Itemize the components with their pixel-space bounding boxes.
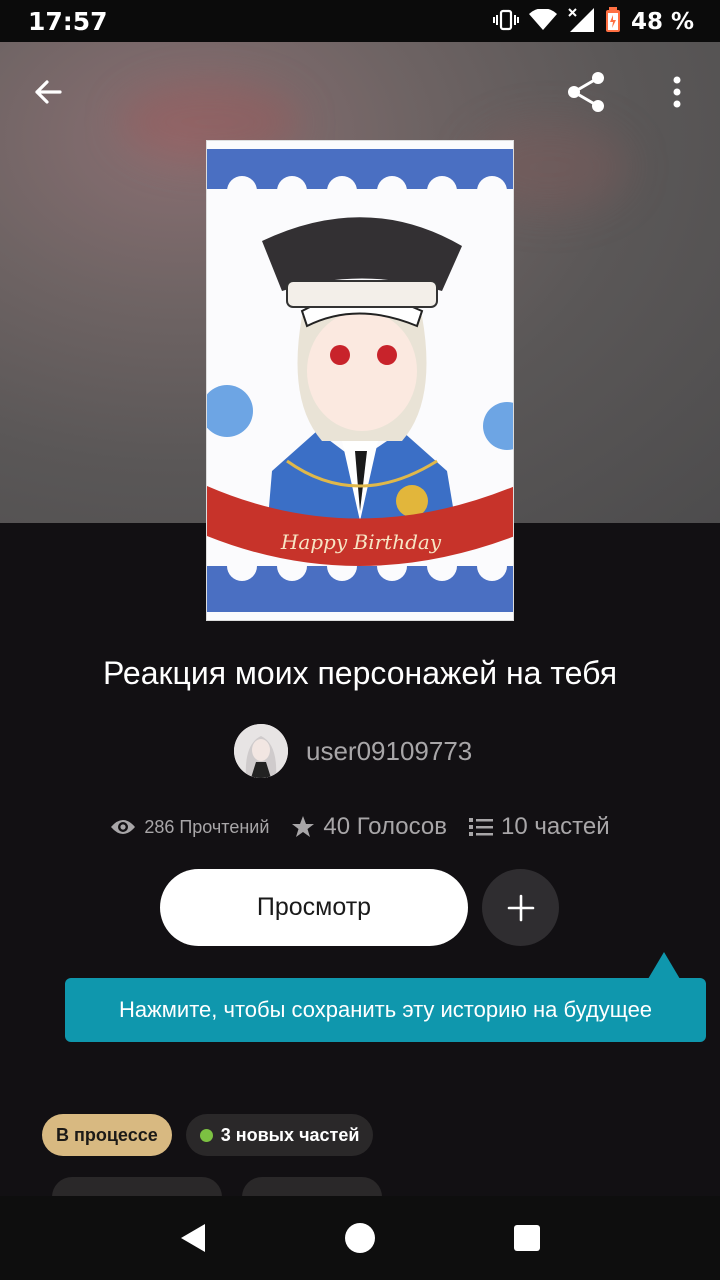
eye-icon [111,820,136,834]
votes-count: 40 Голосов [323,813,447,840]
story-stats: 286 Прочтений 40 Голосов 10 частей [0,808,720,846]
tooltip-arrow [648,952,680,979]
share-button[interactable] [560,66,612,118]
parts-count: 10 частей [500,813,610,840]
system-nav-bar [0,1196,720,1280]
nav-back-icon [181,1224,206,1252]
back-button[interactable] [22,66,74,118]
reads-stat: 286 Прочтений [110,817,269,838]
status-bar: 17:57 48 % [0,0,720,42]
new-parts-label: 3 новых частей [220,1124,360,1145]
story-tags: В процессе 3 новых частей [42,1114,374,1156]
cover-illustration: Happy Birthday [207,141,513,620]
author-link[interactable]: user09109773 [234,724,472,778]
nav-home-button[interactable] [330,1208,390,1268]
battery-percent: 48 % [630,9,694,35]
more-vert-icon [673,76,681,108]
status-badge: В процессе [42,1114,172,1156]
new-parts-dot-icon [199,1128,213,1142]
wifi-icon [528,8,557,35]
list-icon [468,818,493,836]
status-time: 17:57 [28,7,108,36]
arrow-left-icon [35,80,62,104]
story-cover[interactable]: Happy Birthday [206,140,514,621]
nav-back-button[interactable] [163,1208,223,1268]
battery-icon [605,7,621,37]
read-button[interactable]: Просмотр [160,869,468,946]
add-to-library-button[interactable] [482,869,559,946]
nav-home-icon [344,1223,375,1253]
save-tooltip[interactable]: Нажмите, чтобы сохранить эту историю на … [65,978,706,1042]
vibrate-icon [492,8,519,36]
new-parts-badge: 3 новых частей [185,1114,374,1156]
plus-icon [507,894,534,921]
star-icon [292,816,315,837]
cover-banner-text: Happy Birthday [280,530,442,554]
nav-recents-icon [513,1225,540,1251]
reads-count: 286 Прочтений [144,816,270,837]
more-options-button[interactable] [651,66,703,118]
status-icons: 48 % [492,7,694,37]
parts-stat: 10 частей [468,813,610,841]
nav-recents-button[interactable] [497,1208,557,1268]
signal-icon [567,7,595,37]
avatar [234,724,288,778]
story-title: Реакция моих персонажей на тебя [102,655,618,691]
author-name: user09109773 [306,735,473,766]
votes-stat: 40 Голосов [291,813,447,841]
share-icon [568,72,604,112]
